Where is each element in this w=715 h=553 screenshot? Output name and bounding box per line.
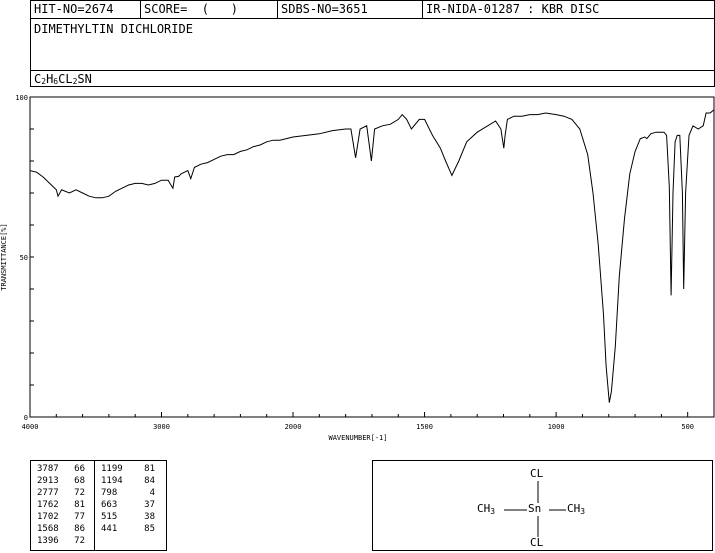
peak-table-divider bbox=[94, 461, 95, 550]
peak-transmittance-right: 84 bbox=[144, 476, 155, 486]
peak-transmittance-right: 4 bbox=[149, 488, 155, 498]
x-tick-label: 1500 bbox=[416, 423, 433, 431]
x-tick-label: 500 bbox=[681, 423, 694, 431]
methyl-right: CH3 bbox=[567, 502, 586, 516]
x-axis-label: WAVENUMBER[-1] bbox=[328, 434, 387, 442]
tin-atom: Sn bbox=[528, 502, 542, 515]
y-tick-label: 100 bbox=[15, 94, 28, 102]
peak-wavenumber-left: 1568 bbox=[37, 524, 59, 534]
x-tick-label: 4000 bbox=[22, 423, 39, 431]
x-tick-label: 3000 bbox=[153, 423, 170, 431]
x-tick-label: 1000 bbox=[548, 423, 565, 431]
ir-spectrum-chart: 100500 4000 3000 2000 1500 1000 500 WAVENUMBE… bbox=[0, 94, 715, 442]
chlorine-top: CL bbox=[530, 467, 544, 480]
x-axis-ticks: 4000 3000 2000 1500 1000 500 bbox=[22, 412, 715, 431]
peak-table: 3787 66 2913 68 2777 72 1762 81 1702 77 1568 86 1396… bbox=[30, 460, 167, 551]
methyl-left: CH3 bbox=[477, 502, 496, 516]
peak-transmittance-left: 81 bbox=[74, 500, 85, 510]
peak-wavenumber-right: 441 bbox=[101, 524, 118, 534]
chlorine-bottom: CL bbox=[530, 536, 544, 549]
peak-wavenumber-left: 1702 bbox=[37, 512, 59, 522]
peak-transmittance-left: 68 bbox=[74, 476, 85, 486]
peak-wavenumber-left: 3787 bbox=[37, 464, 59, 474]
x-tick-label: 2000 bbox=[285, 423, 302, 431]
peak-wavenumber-left: 1396 bbox=[37, 536, 59, 546]
y-tick-label: 0 bbox=[24, 414, 28, 422]
peak-transmittance-right: 85 bbox=[144, 524, 155, 534]
peak-wavenumber-right: 515 bbox=[101, 512, 118, 522]
peak-transmittance-left: 66 bbox=[74, 464, 85, 474]
peak-transmittance-left: 86 bbox=[74, 524, 85, 534]
peak-wavenumber-left: 1762 bbox=[37, 500, 59, 510]
plot-frame bbox=[29, 96, 715, 418]
peak-transmittance-right: 37 bbox=[144, 500, 155, 510]
peak-transmittance-right: 81 bbox=[144, 464, 155, 474]
y-axis-label: TRANSMITTANCE[%] bbox=[0, 223, 8, 290]
peak-transmittance-left: 77 bbox=[74, 512, 85, 522]
peak-wavenumber-left: 2913 bbox=[37, 476, 59, 486]
peak-transmittance-left: 72 bbox=[74, 488, 85, 498]
y-tick-label: 50 bbox=[20, 254, 28, 262]
structure-box: CL Sn CH3 CH3 CL bbox=[372, 460, 713, 551]
peak-wavenumber-right: 663 bbox=[101, 500, 118, 510]
peak-wavenumber-right: 1194 bbox=[101, 476, 123, 486]
y-axis-ticks: 100 50 0 bbox=[15, 94, 34, 422]
peak-wavenumber-left: 2777 bbox=[37, 488, 59, 498]
spectrum-series-line bbox=[29, 109, 715, 403]
peak-wavenumber-right: 798 bbox=[101, 488, 118, 498]
peak-transmittance-right: 38 bbox=[144, 512, 155, 522]
peak-wavenumber-right: 1199 bbox=[101, 464, 123, 474]
peak-transmittance-left: 72 bbox=[74, 536, 85, 546]
